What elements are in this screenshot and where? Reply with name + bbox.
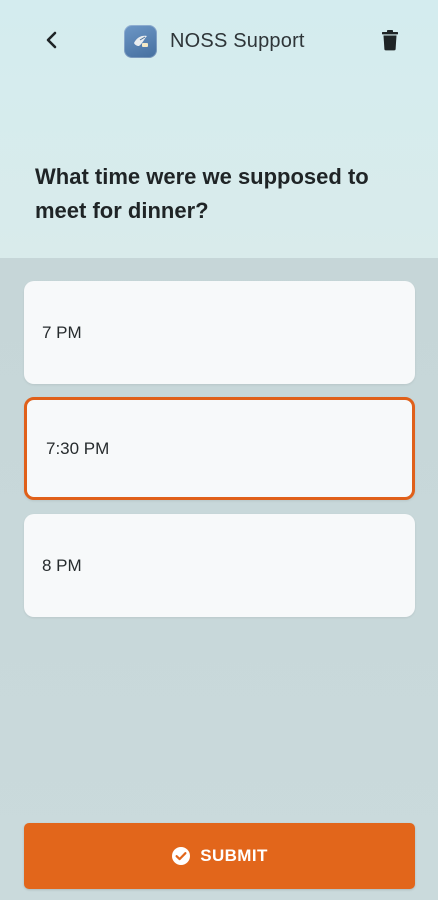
answer-option-label: 7:30 PM (46, 438, 110, 458)
answer-option-730pm[interactable]: 7:30 PM (24, 397, 415, 500)
check-circle-icon (172, 847, 191, 865)
trash-icon (382, 30, 398, 51)
back-button[interactable] (34, 22, 70, 58)
answer-option-7pm[interactable]: 7 PM (24, 281, 415, 384)
noss-app-icon (124, 24, 157, 58)
answer-option-label: 8 PM (42, 555, 82, 575)
delete-button[interactable] (372, 22, 408, 58)
submit-button[interactable]: SUBMIT (24, 823, 415, 889)
submit-label: SUBMIT (200, 846, 268, 865)
chevron-left-icon (46, 31, 57, 49)
app-title: NOSS Support (170, 29, 305, 52)
app-bar: NOSS Support (0, 0, 438, 82)
answer-option-label: 7 PM (42, 322, 82, 342)
app-title-group: NOSS Support (124, 24, 305, 58)
answer-option-8pm[interactable]: 8 PM (24, 514, 415, 617)
question-text: What time were we supposed to meet for d… (35, 164, 369, 223)
header-area: NOSS Support What time were we supposed … (0, 0, 438, 258)
